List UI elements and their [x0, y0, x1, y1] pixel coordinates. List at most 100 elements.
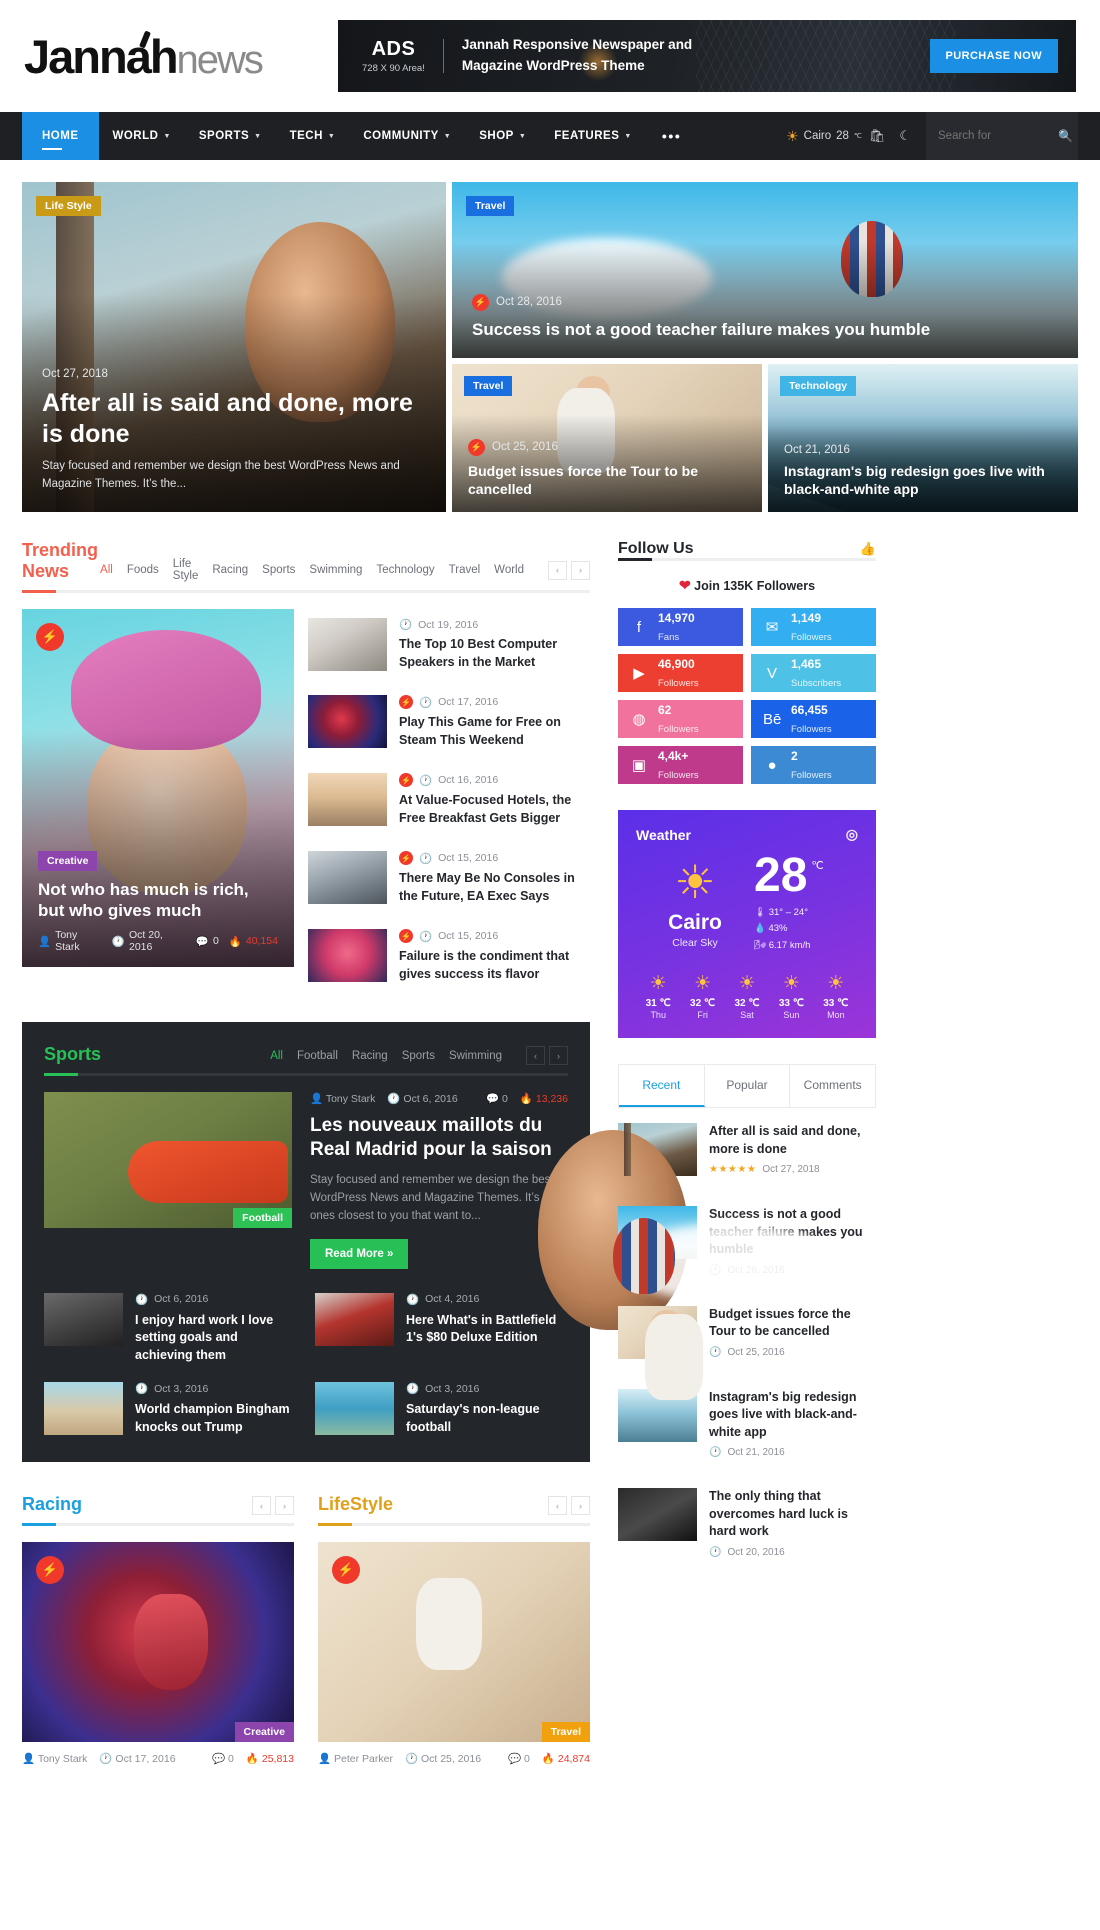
hero-bottom-right-card[interactable]: Technology Oct 21, 2016 Instagram's big …	[768, 364, 1078, 512]
racing-category[interactable]: Creative	[234, 1722, 294, 1743]
social-twitter[interactable]: ✉ 1,149 Followers	[751, 608, 876, 646]
list-item[interactable]: ⚡ 🕐 Oct 15, 2016 There May Be No Consoles …	[308, 842, 590, 914]
filter-swimming[interactable]: Swimming	[309, 564, 362, 576]
hero-top-card[interactable]: Travel ⚡ Oct 28, 2016 Success is not a g…	[452, 182, 1078, 358]
trending-featured-title[interactable]: Not who has much is rich, but who gives …	[38, 879, 278, 922]
hero-bottom-left-category[interactable]: Travel	[464, 376, 513, 396]
filter-foods[interactable]: Foods	[127, 564, 159, 576]
read-more-button[interactable]: Read More »	[310, 1238, 409, 1269]
cart-icon[interactable]: 🛍	[862, 128, 893, 144]
list-item-title[interactable]: Failure is the condiment that gives succ…	[399, 948, 590, 983]
nav-weather[interactable]: ☀ Cairo 28 ℃	[786, 128, 862, 145]
list-item[interactable]: 🕐 Oct 19, 2016 The Top 10 Best Computer S…	[308, 609, 590, 680]
list-item-title[interactable]: Budget issues force the Tour to be cance…	[709, 1306, 876, 1341]
hero-main-card[interactable]: Life Style Oct 27, 2018 After all is sai…	[22, 182, 446, 512]
next-arrow-icon[interactable]: ›	[571, 1496, 590, 1516]
prev-arrow-icon[interactable]: ‹	[548, 1496, 567, 1516]
hero-bottom-left-title[interactable]: Budget issues force the Tour to be cance…	[468, 462, 746, 498]
sports-featured-card[interactable]: Football	[44, 1092, 292, 1228]
social-vimeo[interactable]: V 1,465 Subscribers	[751, 654, 876, 692]
search-input[interactable]	[938, 130, 1058, 142]
filter-racing[interactable]: Racing	[212, 564, 248, 576]
tab-recent[interactable]: Recent	[619, 1065, 705, 1108]
sports-featured-category[interactable]: Football	[233, 1208, 292, 1228]
search-icon[interactable]: 🔍	[1058, 129, 1073, 143]
social-instagram[interactable]: ▣ 4,4k+ Followers	[618, 746, 743, 784]
social-github[interactable]: ● 2 Followers	[751, 746, 876, 784]
social-facebook[interactable]: f 14,970 Fans	[618, 608, 743, 646]
tab-comments[interactable]: Comments	[790, 1065, 875, 1107]
filter-world[interactable]: World	[494, 564, 524, 576]
prev-arrow-icon[interactable]: ‹	[548, 560, 567, 580]
list-item[interactable]: 🕐 Oct 6, 2016 I enjoy hard work I love se…	[44, 1292, 297, 1365]
hero-bottom-right-title[interactable]: Instagram's big redesign goes live with …	[784, 462, 1062, 498]
tab-popular[interactable]: Popular	[705, 1065, 791, 1108]
list-item[interactable]: 🕐 Oct 4, 2016 Here What's in Battlefield …	[315, 1292, 568, 1365]
list-item[interactable]: The only thing that overcomes hard luck …	[618, 1473, 876, 1573]
nav-item-home[interactable]: HOME	[22, 112, 99, 160]
sports-filter-all[interactable]: All	[270, 1050, 283, 1062]
trending-featured-card[interactable]: ⚡ Creative Not who has much is rich, but…	[22, 609, 294, 967]
prev-arrow-icon[interactable]: ‹	[526, 1046, 545, 1065]
list-item-title[interactable]: The only thing that overcomes hard luck …	[709, 1488, 876, 1541]
filter-sports[interactable]: Sports	[262, 564, 295, 576]
prev-arrow-icon[interactable]: ‹	[252, 1496, 271, 1516]
moon-icon[interactable]: ☾	[892, 128, 918, 144]
hero-bottom-right-category[interactable]: Technology	[780, 376, 857, 396]
filter-all[interactable]: All	[100, 564, 113, 576]
social-dribbble[interactable]: ◍ 62 Followers	[618, 700, 743, 738]
hero-top-category[interactable]: Travel	[466, 196, 515, 216]
search-box[interactable]: 🔍	[926, 112, 1078, 160]
social-youtube[interactable]: ▶ 46,900 Followers	[618, 654, 743, 692]
list-item[interactable]: ⚡ 🕐 Oct 16, 2016 At Value-Focused Hotels, …	[308, 764, 590, 836]
sports-filter-swimming[interactable]: Swimming	[449, 1050, 502, 1062]
list-item-title[interactable]: Saturday's non-league football	[406, 1401, 568, 1436]
sports-filter-sports[interactable]: Sports	[402, 1050, 435, 1062]
list-item-title[interactable]: At Value-Focused Hotels, the Free Breakf…	[399, 792, 590, 827]
sports-filter-football[interactable]: Football	[297, 1050, 338, 1062]
nav-more-button[interactable]: •••	[646, 128, 698, 144]
purchase-now-button[interactable]: PURCHASE NOW	[929, 39, 1058, 73]
list-item[interactable]: 🕐 Oct 3, 2016 World champion Bingham knoc…	[44, 1382, 297, 1436]
site-logo[interactable]: Jannahnews	[24, 29, 264, 80]
hero-bottom-left-card[interactable]: Travel ⚡ Oct 25, 2016 Budget issues forc…	[452, 364, 762, 512]
nav-item-community[interactable]: COMMUNITY ▼	[349, 112, 465, 160]
nav-item-tech[interactable]: TECH ▼	[276, 112, 350, 160]
list-item[interactable]: 🕐 Oct 3, 2016 Saturday's non-league footb…	[315, 1382, 568, 1436]
sports-filter-racing[interactable]: Racing	[352, 1050, 388, 1062]
nav-item-shop[interactable]: SHOP ▼	[465, 112, 540, 160]
lifestyle-category[interactable]: Travel	[541, 1722, 590, 1743]
location-icon[interactable]: ◎	[846, 826, 858, 843]
next-arrow-icon[interactable]: ›	[275, 1496, 294, 1516]
list-item-title[interactable]: I enjoy hard work I love setting goals a…	[135, 1312, 297, 1365]
ad-banner[interactable]: ADS 728 X 90 Area! Jannah Responsive New…	[338, 20, 1076, 92]
clock-icon: 🕐	[404, 1753, 419, 1766]
filter-technology[interactable]: Technology	[376, 564, 434, 576]
racing-card[interactable]: ⚡ Creative	[22, 1542, 294, 1743]
nav-item-features[interactable]: FEATURES ▼	[540, 112, 646, 160]
sports-featured-title[interactable]: Les nouveaux maillots du Real Madrid pou…	[310, 1114, 568, 1162]
hero-top-title[interactable]: Success is not a good teacher failure ma…	[472, 319, 1058, 340]
next-arrow-icon[interactable]: ›	[549, 1046, 568, 1065]
social-behance[interactable]: Bē 66,455 Followers	[751, 700, 876, 738]
list-item-title[interactable]: World champion Bingham knocks out Trump	[135, 1401, 297, 1436]
filter-travel[interactable]: Travel	[449, 564, 481, 576]
list-item-title[interactable]: There May Be No Consoles in the Future, …	[399, 870, 590, 905]
list-item-title[interactable]: After all is said and done, more is done	[709, 1123, 876, 1158]
list-item[interactable]: Success is not a good teacher failure ma…	[612, 1191, 876, 1295]
list-item[interactable]: ⚡ 🕐 Oct 17, 2016 Play This Game for Free o…	[308, 686, 590, 758]
list-item-title[interactable]: Here What's in Battlefield 1's $80 Delux…	[406, 1312, 568, 1347]
nav-item-world[interactable]: WORLD ▼	[99, 112, 185, 160]
hero-main-category[interactable]: Life Style	[36, 196, 101, 216]
trending-featured-category[interactable]: Creative	[38, 850, 98, 871]
list-item-title[interactable]: The Top 10 Best Computer Speakers in the…	[399, 636, 590, 671]
filter-lifestyle[interactable]: Life Style	[173, 558, 199, 582]
list-item-title[interactable]: Play This Game for Free on Steam This We…	[399, 714, 590, 749]
list-item[interactable]: ⚡ 🕐 Oct 15, 2016 Failure is the condiment …	[308, 920, 590, 992]
next-arrow-icon[interactable]: ›	[571, 560, 590, 580]
list-item[interactable]: After all is said and done, more is done…	[537, 1108, 876, 1330]
list-item-title[interactable]: Instagram's big redesign goes live with …	[709, 1389, 876, 1442]
lifestyle-card[interactable]: ⚡ Travel	[318, 1542, 590, 1743]
nav-item-sports[interactable]: SPORTS ▼	[185, 112, 276, 160]
hero-main-title[interactable]: After all is said and done, more is done	[42, 388, 426, 449]
